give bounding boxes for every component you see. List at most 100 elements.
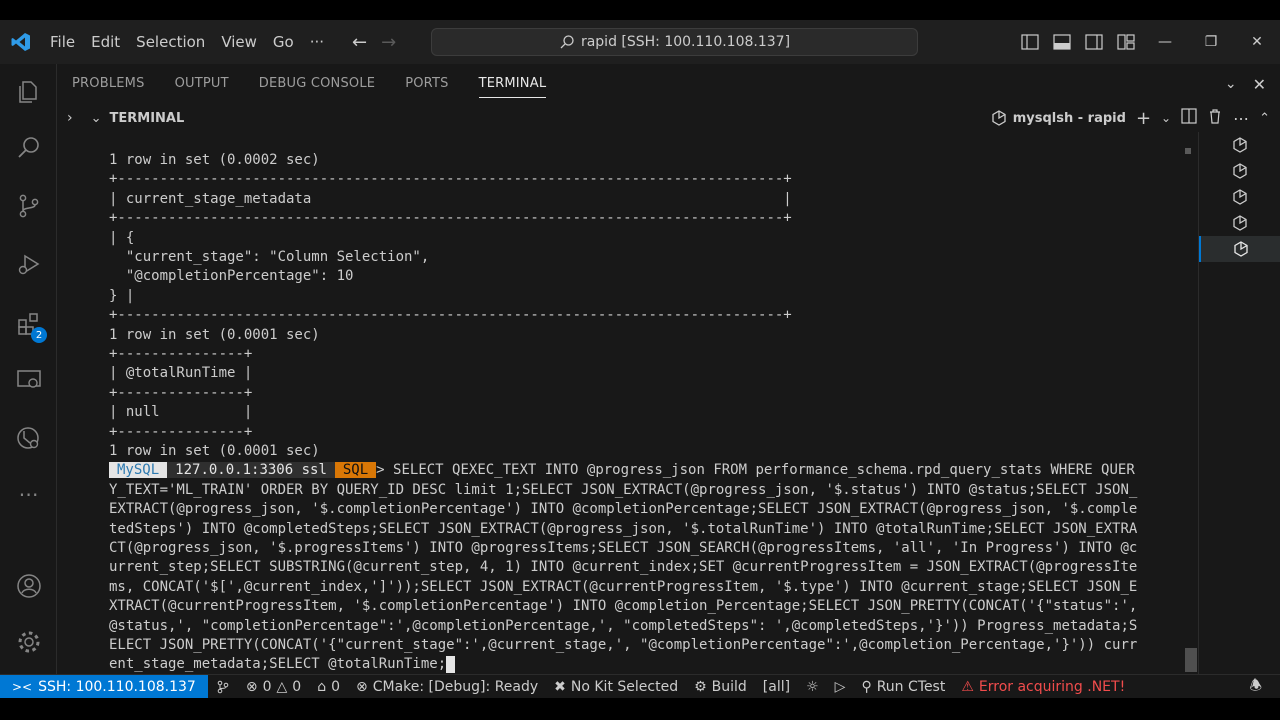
restore-icon[interactable]: ❐ bbox=[1188, 20, 1234, 64]
launch-profile-chevron-icon[interactable]: ⌄ bbox=[1161, 111, 1171, 125]
menu-edit[interactable]: Edit bbox=[83, 20, 128, 64]
close-panel-icon[interactable]: ✕ bbox=[1253, 75, 1266, 94]
terminal-cursor bbox=[446, 655, 456, 673]
terminal-tab[interactable] bbox=[1199, 184, 1280, 210]
chevron-down-icon[interactable]: ⌄ bbox=[1225, 76, 1237, 92]
tab-problems[interactable]: PROBLEMS bbox=[72, 64, 145, 104]
toggle-secondary-sidebar-icon[interactable] bbox=[1078, 20, 1110, 64]
terminal-line: +---------------+ bbox=[109, 384, 253, 401]
debug-bug-icon[interactable]: ☼ bbox=[798, 675, 827, 699]
window-controls: — ❐ ✕ bbox=[1014, 20, 1280, 64]
split-terminal-icon[interactable] bbox=[1181, 108, 1197, 128]
remote-icon: >< bbox=[12, 679, 33, 694]
terminal-line: +---------------+ bbox=[109, 346, 253, 362]
chevron-down-section-icon[interactable]: ⌄ bbox=[91, 111, 102, 126]
kill-terminal-icon[interactable] bbox=[1207, 108, 1223, 128]
kit-status[interactable]: ✖ No Kit Selected bbox=[546, 675, 686, 699]
tab-ports[interactable]: PORTS bbox=[405, 64, 448, 104]
top-letterbox bbox=[0, 0, 1280, 20]
terminal-line: +---------------------------------------… bbox=[109, 171, 792, 188]
source-control-status[interactable] bbox=[208, 675, 238, 699]
terminal-line: 1 row in set (0.0001 sec) bbox=[109, 326, 320, 343]
terminal-tabs-list bbox=[1198, 132, 1280, 674]
menu-view[interactable]: View bbox=[213, 20, 265, 64]
prompt-mode-segment: SQL bbox=[334, 462, 377, 479]
new-terminal-icon[interactable]: + bbox=[1136, 108, 1151, 129]
command-continuation-line: @status,', "completionPercentage":',@com… bbox=[109, 617, 1138, 634]
minimize-icon[interactable]: — bbox=[1142, 20, 1188, 64]
more-actions-icon[interactable]: ⋯ bbox=[1233, 109, 1249, 128]
menu-go[interactable]: Go bbox=[265, 20, 302, 64]
extensions-badge: 2 bbox=[31, 327, 47, 343]
close-window-icon[interactable]: ✕ bbox=[1234, 20, 1280, 64]
terminal-tab[interactable] bbox=[1199, 132, 1280, 158]
menu-more[interactable]: ··· bbox=[302, 20, 332, 64]
bottom-panel: PROBLEMS OUTPUT DEBUG CONSOLE PORTS TERM… bbox=[57, 64, 1280, 674]
run-debug-icon[interactable] bbox=[0, 240, 57, 288]
menu-selection[interactable]: Selection bbox=[128, 20, 213, 64]
accounts-icon[interactable] bbox=[0, 562, 57, 610]
terminal-tab[interactable] bbox=[1199, 210, 1280, 236]
remote-indicator[interactable]: >< SSH: 100.110.108.137 bbox=[0, 674, 208, 699]
command-continuation-line: XTRACT(@currentProgressItem, '$.completi… bbox=[109, 598, 1138, 615]
extensions-icon[interactable]: 2 bbox=[0, 300, 57, 348]
toggle-primary-sidebar-icon[interactable] bbox=[1014, 20, 1046, 64]
explorer-icon[interactable] bbox=[0, 68, 57, 116]
cmake-status[interactable]: ⊗ CMake: [Debug]: Ready bbox=[348, 675, 546, 699]
terminal-actions: mysqlsh - rapid + ⌄ ⋯ ⌃ bbox=[991, 104, 1270, 132]
terminal-line: | @totalRunTime | bbox=[109, 365, 253, 382]
build-target[interactable]: [all] bbox=[755, 675, 798, 699]
tab-debug-console[interactable]: DEBUG CONSOLE bbox=[259, 64, 375, 104]
toggle-panel-icon[interactable] bbox=[1046, 20, 1078, 64]
panel-actions: ⌄ ✕ bbox=[1225, 64, 1266, 104]
cmake-label: CMake: [Debug]: Ready bbox=[372, 678, 539, 695]
tab-output[interactable]: OUTPUT bbox=[175, 64, 229, 104]
ports-count: 0 bbox=[331, 678, 340, 695]
terminal-prompt-line: MySQL 127.0.0.1:3306 ssl SQL > SELECT QEXEC… bbox=[109, 461, 1135, 480]
terminal-scrollbar[interactable] bbox=[1185, 648, 1197, 672]
menu-file[interactable]: File bbox=[42, 20, 83, 64]
testing-icon[interactable] bbox=[0, 414, 57, 462]
vscode-logo-icon[interactable] bbox=[0, 20, 42, 64]
run-ctest-button[interactable]: ⚲ Run CTest bbox=[853, 675, 953, 699]
terminal-tab-icon bbox=[1233, 137, 1247, 153]
more-views-icon[interactable]: ⋯ bbox=[0, 470, 57, 518]
branch-icon bbox=[217, 680, 229, 693]
run-play-icon[interactable]: ▷ bbox=[827, 675, 854, 699]
remote-explorer-icon[interactable] bbox=[0, 356, 57, 404]
command-continuation-line: EXTRACT(@progress_json, '$.completionPer… bbox=[109, 501, 1138, 518]
menu-bar: File Edit Selection View Go ··· bbox=[42, 20, 332, 64]
error-circle-icon: ⊗ bbox=[245, 678, 258, 695]
terminal-tab-icon bbox=[1233, 163, 1247, 179]
terminal-name[interactable]: mysqlsh - rapid bbox=[991, 110, 1126, 126]
notifications-bell-icon[interactable]: 🕭 bbox=[1241, 675, 1270, 699]
chevron-right-icon[interactable]: › bbox=[67, 110, 73, 126]
customize-layout-icon[interactable] bbox=[1110, 20, 1142, 64]
terminal-line: 1 row in set (0.0002 sec) bbox=[109, 152, 320, 168]
settings-gear-icon[interactable] bbox=[0, 618, 57, 666]
terminal-line: +---------------------------------------… bbox=[109, 210, 792, 227]
source-control-icon[interactable] bbox=[0, 182, 57, 230]
terminal-tab-active[interactable] bbox=[1199, 236, 1280, 262]
terminal-line: | current_stage_metadata | bbox=[109, 190, 792, 207]
ports-status[interactable]: ⌂ 0 bbox=[309, 675, 348, 699]
search-icon bbox=[560, 35, 574, 49]
forward-arrow-icon[interactable]: → bbox=[381, 32, 396, 53]
tab-terminal[interactable]: TERMINAL bbox=[478, 64, 547, 104]
bottom-letterbox bbox=[0, 698, 1280, 720]
command-continuation-line: urrent_step;SELECT SUBSTRING(@current_st… bbox=[109, 559, 1138, 576]
build-button[interactable]: ⚙ Build bbox=[686, 675, 755, 699]
back-arrow-icon[interactable]: ← bbox=[352, 32, 367, 53]
dotnet-error-status[interactable]: ⚠ Error acquiring .NET! bbox=[953, 675, 1133, 699]
terminal-output[interactable]: 1 row in set (0.0002 sec) +--------------… bbox=[57, 132, 1197, 674]
command-center-search[interactable]: rapid [SSH: 100.110.108.137] bbox=[431, 28, 918, 56]
terminal-line: +---------------+ bbox=[109, 423, 253, 440]
activity-bar: 2 ⋯ bbox=[0, 64, 57, 674]
terminal-tab[interactable] bbox=[1199, 158, 1280, 184]
prompt-host-segment: 127.0.0.1:3306 ssl bbox=[167, 462, 335, 479]
title-bar: File Edit Selection View Go ··· ← → rapi… bbox=[0, 20, 1280, 64]
problems-status[interactable]: ⊗ 0 △ 0 bbox=[238, 675, 309, 699]
chevron-up-icon[interactable]: ⌃ bbox=[1259, 111, 1270, 126]
search-view-icon[interactable] bbox=[0, 124, 57, 172]
dotnet-error-label: Error acquiring .NET! bbox=[978, 678, 1126, 695]
